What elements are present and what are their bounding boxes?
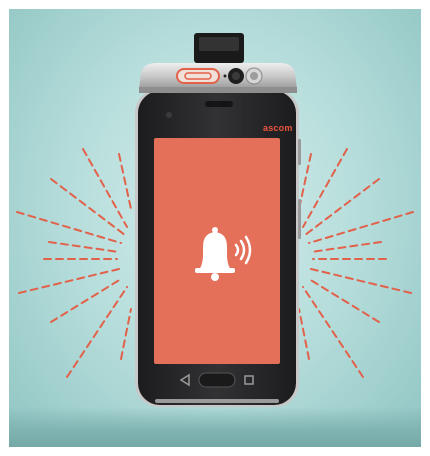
illustration (16, 33, 414, 407)
phone (135, 89, 301, 407)
signal-rays-right (298, 148, 414, 378)
brand-logo: ascom (263, 123, 293, 133)
signal-rays-left (16, 148, 132, 378)
product-scene: ascom (9, 9, 421, 447)
camera-module (139, 33, 297, 93)
home-button (198, 372, 236, 388)
scanner-window (176, 68, 220, 84)
